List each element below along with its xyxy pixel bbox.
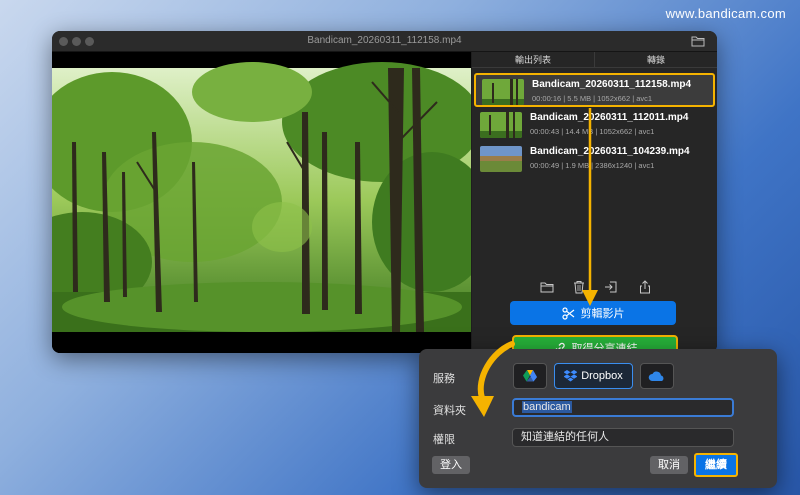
file-name: Bandicam_20260311_112158.mp4 (532, 79, 692, 90)
folder-icon[interactable] (540, 280, 554, 294)
continue-button[interactable]: 繼續 (694, 453, 738, 477)
video-thumbnail (480, 146, 522, 172)
dropbox-button[interactable]: Dropbox (554, 363, 633, 389)
file-name: Bandicam_20260311_112011.mp4 (530, 112, 689, 123)
onedrive-icon (648, 371, 664, 381)
scissors-icon (561, 306, 574, 320)
folder-input[interactable]: bandicam (512, 398, 734, 417)
permission-label: 權限 (433, 434, 455, 446)
file-meta: 00:00:43 | 14.4 MB | 1052x662 | avc1 (530, 127, 655, 136)
video-thumbnail (482, 79, 524, 105)
watermark: www.bandicam.com (665, 6, 786, 21)
google-drive-button[interactable] (513, 363, 547, 389)
service-label: 服務 (433, 373, 455, 385)
tab-output-list[interactable]: 輸出列表 (472, 52, 594, 67)
file-row[interactable]: Bandicam_20260311_112158.mp4 00:00:16 | … (474, 73, 715, 107)
login-button[interactable]: 登入 (432, 456, 470, 474)
onedrive-button[interactable] (640, 363, 674, 389)
trash-icon[interactable] (572, 280, 586, 294)
file-name: Bandicam_20260311_104239.mp4 (530, 146, 690, 157)
dropbox-label: Dropbox (581, 370, 623, 382)
folder-label: 資料夾 (433, 405, 466, 417)
folder-icon[interactable] (691, 35, 705, 47)
permission-select[interactable]: 知道連結的任何人 (512, 428, 734, 447)
cancel-button[interactable]: 取消 (650, 456, 688, 474)
tab-transcode[interactable]: 轉錄 (594, 52, 717, 67)
edit-video-button[interactable]: 剪輯影片 (510, 301, 676, 325)
panel-tabs: 輸出列表 轉錄 (472, 52, 717, 68)
file-toolbar (472, 280, 717, 296)
file-meta: 00:00:49 | 1.9 MB | 2386x1240 | avc1 (530, 161, 655, 170)
google-drive-icon (523, 370, 537, 382)
file-meta: 00:00:16 | 5.5 MB | 1052x662 | avc1 (532, 94, 653, 103)
video-preview[interactable] (52, 52, 471, 353)
dropbox-icon (564, 370, 578, 382)
folder-input-value: bandicam (522, 401, 572, 413)
file-row[interactable]: Bandicam_20260311_112011.mp4 00:00:43 | … (474, 108, 715, 142)
share-dialog: 服務 Dropbox 資料夾 bandicam 權限 知道連結的任何人 登入 取… (419, 349, 777, 488)
window-title: Bandicam_20260311_112158.mp4 (307, 35, 462, 46)
permission-value: 知道連結的任何人 (521, 431, 609, 443)
share-icon[interactable] (638, 280, 652, 294)
file-row[interactable]: Bandicam_20260311_104239.mp4 00:00:49 | … (474, 142, 715, 176)
app-window: Bandicam_20260311_112158.mp4 輸出列表 轉錄 Ban… (52, 31, 717, 353)
edit-video-label: 剪輯影片 (580, 308, 625, 320)
title-bar: Bandicam_20260311_112158.mp4 (52, 31, 717, 52)
output-panel: 輸出列表 轉錄 Bandicam_20260311_112158.mp4 00:… (472, 52, 717, 353)
import-icon[interactable] (604, 280, 618, 294)
video-thumbnail (480, 112, 522, 138)
